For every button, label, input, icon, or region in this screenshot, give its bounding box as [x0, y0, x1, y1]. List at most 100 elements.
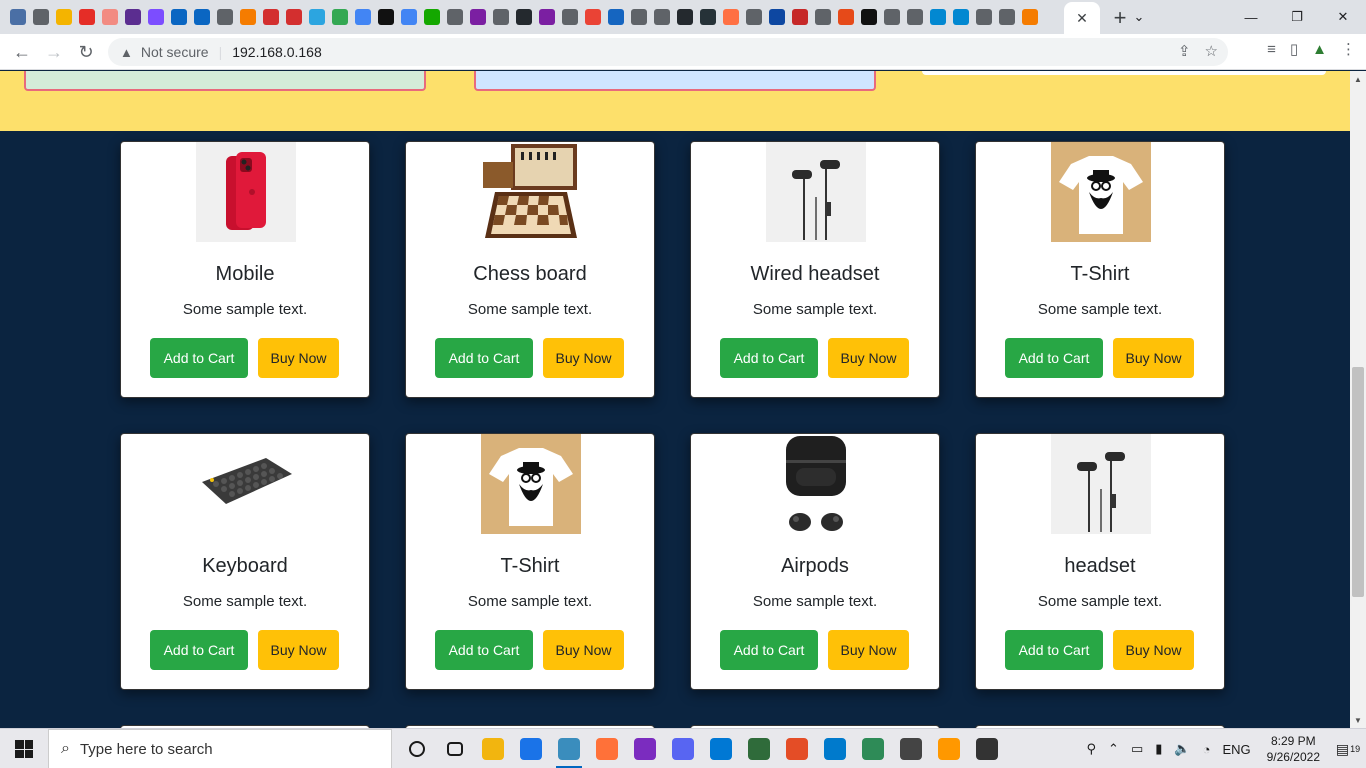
add-to-cart-button[interactable]: Add to Cart — [1005, 630, 1103, 670]
pinned-tab-favicon[interactable] — [1018, 0, 1041, 34]
taskbar-app-icon[interactable] — [854, 729, 892, 768]
buy-now-button[interactable]: Buy Now — [1113, 338, 1194, 378]
pinned-tab-favicon[interactable] — [420, 0, 443, 34]
back-icon[interactable]: ← — [10, 40, 34, 64]
add-to-cart-button[interactable]: Add to Cart — [720, 338, 818, 378]
reload-icon[interactable]: ↻ — [74, 40, 98, 64]
clock[interactable]: 8:29 PM 9/26/2022 — [1267, 733, 1320, 765]
scroll-up-icon[interactable]: ▲ — [1350, 71, 1366, 87]
buy-now-button[interactable]: Buy Now — [828, 630, 909, 670]
scroll-down-icon[interactable]: ▼ — [1350, 712, 1366, 728]
close-tab-icon[interactable]: ✕ — [1076, 10, 1088, 27]
language-indicator[interactable]: ENG — [1222, 742, 1250, 757]
pinned-tab-favicon[interactable] — [696, 0, 719, 34]
pinned-tab-favicon[interactable] — [144, 0, 167, 34]
add-to-cart-button[interactable]: Add to Cart — [150, 630, 248, 670]
taskbar-app-icon[interactable] — [968, 729, 1006, 768]
pinned-tab-favicon[interactable] — [995, 0, 1018, 34]
pinned-tab-favicon[interactable] — [305, 0, 328, 34]
pinned-tab-favicon[interactable] — [604, 0, 627, 34]
add-to-cart-button[interactable]: Add to Cart — [720, 630, 818, 670]
security-label[interactable]: Not secure — [141, 44, 209, 60]
extension-chart-icon[interactable]: ▲ — [1312, 41, 1327, 58]
battery-icon[interactable]: ▮ — [1155, 741, 1162, 757]
address-bar[interactable]: ▲ Not secure | 192.168.0.168 ⇪ ☆ — [108, 38, 1228, 66]
pinned-tab-favicon[interactable] — [535, 0, 558, 34]
pinned-tab-favicon[interactable] — [6, 0, 29, 34]
add-to-cart-button[interactable]: Add to Cart — [435, 338, 533, 378]
show-hidden-icons[interactable]: ⌃ — [1108, 741, 1119, 757]
warning-icon[interactable]: ▲ — [120, 45, 133, 60]
pinned-tab-favicon[interactable] — [581, 0, 604, 34]
pinned-tab-favicon[interactable] — [259, 0, 282, 34]
start-button[interactable] — [0, 729, 48, 768]
taskbar-app-icon[interactable] — [588, 729, 626, 768]
buy-now-button[interactable]: Buy Now — [1113, 630, 1194, 670]
pinned-tab-favicon[interactable] — [443, 0, 466, 34]
tab-search-icon[interactable]: ⌄ — [1116, 0, 1162, 34]
pinned-tab-favicon[interactable] — [213, 0, 236, 34]
pinned-tab-favicon[interactable] — [926, 0, 949, 34]
pinned-tab-favicon[interactable] — [880, 0, 903, 34]
share-icon[interactable]: ⇪ — [1178, 42, 1191, 60]
buy-now-button[interactable]: Buy Now — [258, 338, 339, 378]
page-scrollbar[interactable]: ▲ ▼ — [1350, 71, 1366, 728]
side-panel-icon[interactable]: ▯ — [1290, 40, 1298, 58]
pinned-tab-favicon[interactable] — [236, 0, 259, 34]
url-text[interactable]: 192.168.0.168 — [232, 44, 322, 60]
taskbar-app-icon[interactable] — [398, 729, 436, 768]
taskbar-app-icon[interactable] — [816, 729, 854, 768]
taskbar-app-icon[interactable] — [626, 729, 664, 768]
pinned-tab-favicon[interactable] — [627, 0, 650, 34]
pinned-tab-favicon[interactable] — [466, 0, 489, 34]
taskbar-app-icon[interactable] — [778, 729, 816, 768]
pinned-tab-favicon[interactable] — [788, 0, 811, 34]
pinned-tab-favicon[interactable] — [558, 0, 581, 34]
pinned-tab-favicon[interactable] — [811, 0, 834, 34]
bookmark-star-icon[interactable]: ☆ — [1205, 42, 1218, 60]
taskbar-app-icon[interactable] — [664, 729, 702, 768]
pinned-tab-favicon[interactable] — [650, 0, 673, 34]
notification-center-icon[interactable]: ▤ 19 — [1330, 741, 1366, 758]
pinned-tab-favicon[interactable] — [75, 0, 98, 34]
add-to-cart-button[interactable]: Add to Cart — [435, 630, 533, 670]
forward-icon[interactable]: → — [42, 40, 66, 64]
pinned-tab-favicon[interactable] — [834, 0, 857, 34]
pinned-tab-favicon[interactable] — [98, 0, 121, 34]
taskbar-app-icon[interactable] — [740, 729, 778, 768]
pinned-tab-favicon[interactable] — [972, 0, 995, 34]
pinned-tab-favicon[interactable] — [489, 0, 512, 34]
pinned-tab-favicon[interactable] — [673, 0, 696, 34]
buy-now-button[interactable]: Buy Now — [828, 338, 909, 378]
pinned-tab-favicon[interactable] — [857, 0, 880, 34]
pinned-tab-favicon[interactable] — [719, 0, 742, 34]
pinned-tab-favicon[interactable] — [374, 0, 397, 34]
pinned-tab-favicon[interactable] — [328, 0, 351, 34]
close-window-icon[interactable]: ✕ — [1320, 0, 1366, 34]
pinned-tab-favicon[interactable] — [167, 0, 190, 34]
pinned-tab-favicon[interactable] — [29, 0, 52, 34]
pinned-tab-favicon[interactable] — [282, 0, 305, 34]
pinned-tab-favicon[interactable] — [190, 0, 213, 34]
restore-icon[interactable]: ❐ — [1274, 0, 1320, 34]
taskbar-app-icon[interactable] — [892, 729, 930, 768]
pinned-tab-favicon[interactable] — [949, 0, 972, 34]
add-to-cart-button[interactable]: Add to Cart — [1005, 338, 1103, 378]
minimize-icon[interactable]: — — [1228, 0, 1274, 34]
taskbar-app-icon[interactable] — [474, 729, 512, 768]
taskbar-app-icon[interactable] — [550, 729, 588, 768]
wifi-icon[interactable]: ◔ — [1203, 742, 1211, 757]
media-icon[interactable]: ≡ — [1267, 41, 1276, 58]
taskbar-app-icon[interactable] — [512, 729, 550, 768]
buy-now-button[interactable]: Buy Now — [543, 630, 624, 670]
people-icon[interactable]: ⚲ — [1087, 741, 1097, 757]
buy-now-button[interactable]: Buy Now — [258, 630, 339, 670]
pinned-tab-favicon[interactable] — [765, 0, 788, 34]
pinned-tab-favicon[interactable] — [351, 0, 374, 34]
pinned-tab-favicon[interactable] — [397, 0, 420, 34]
pinned-tab-favicon[interactable] — [903, 0, 926, 34]
pinned-tab-favicon[interactable] — [742, 0, 765, 34]
volume-icon[interactable]: 🔈 — [1174, 741, 1190, 757]
pinned-tab-favicon[interactable] — [512, 0, 535, 34]
buy-now-button[interactable]: Buy Now — [543, 338, 624, 378]
